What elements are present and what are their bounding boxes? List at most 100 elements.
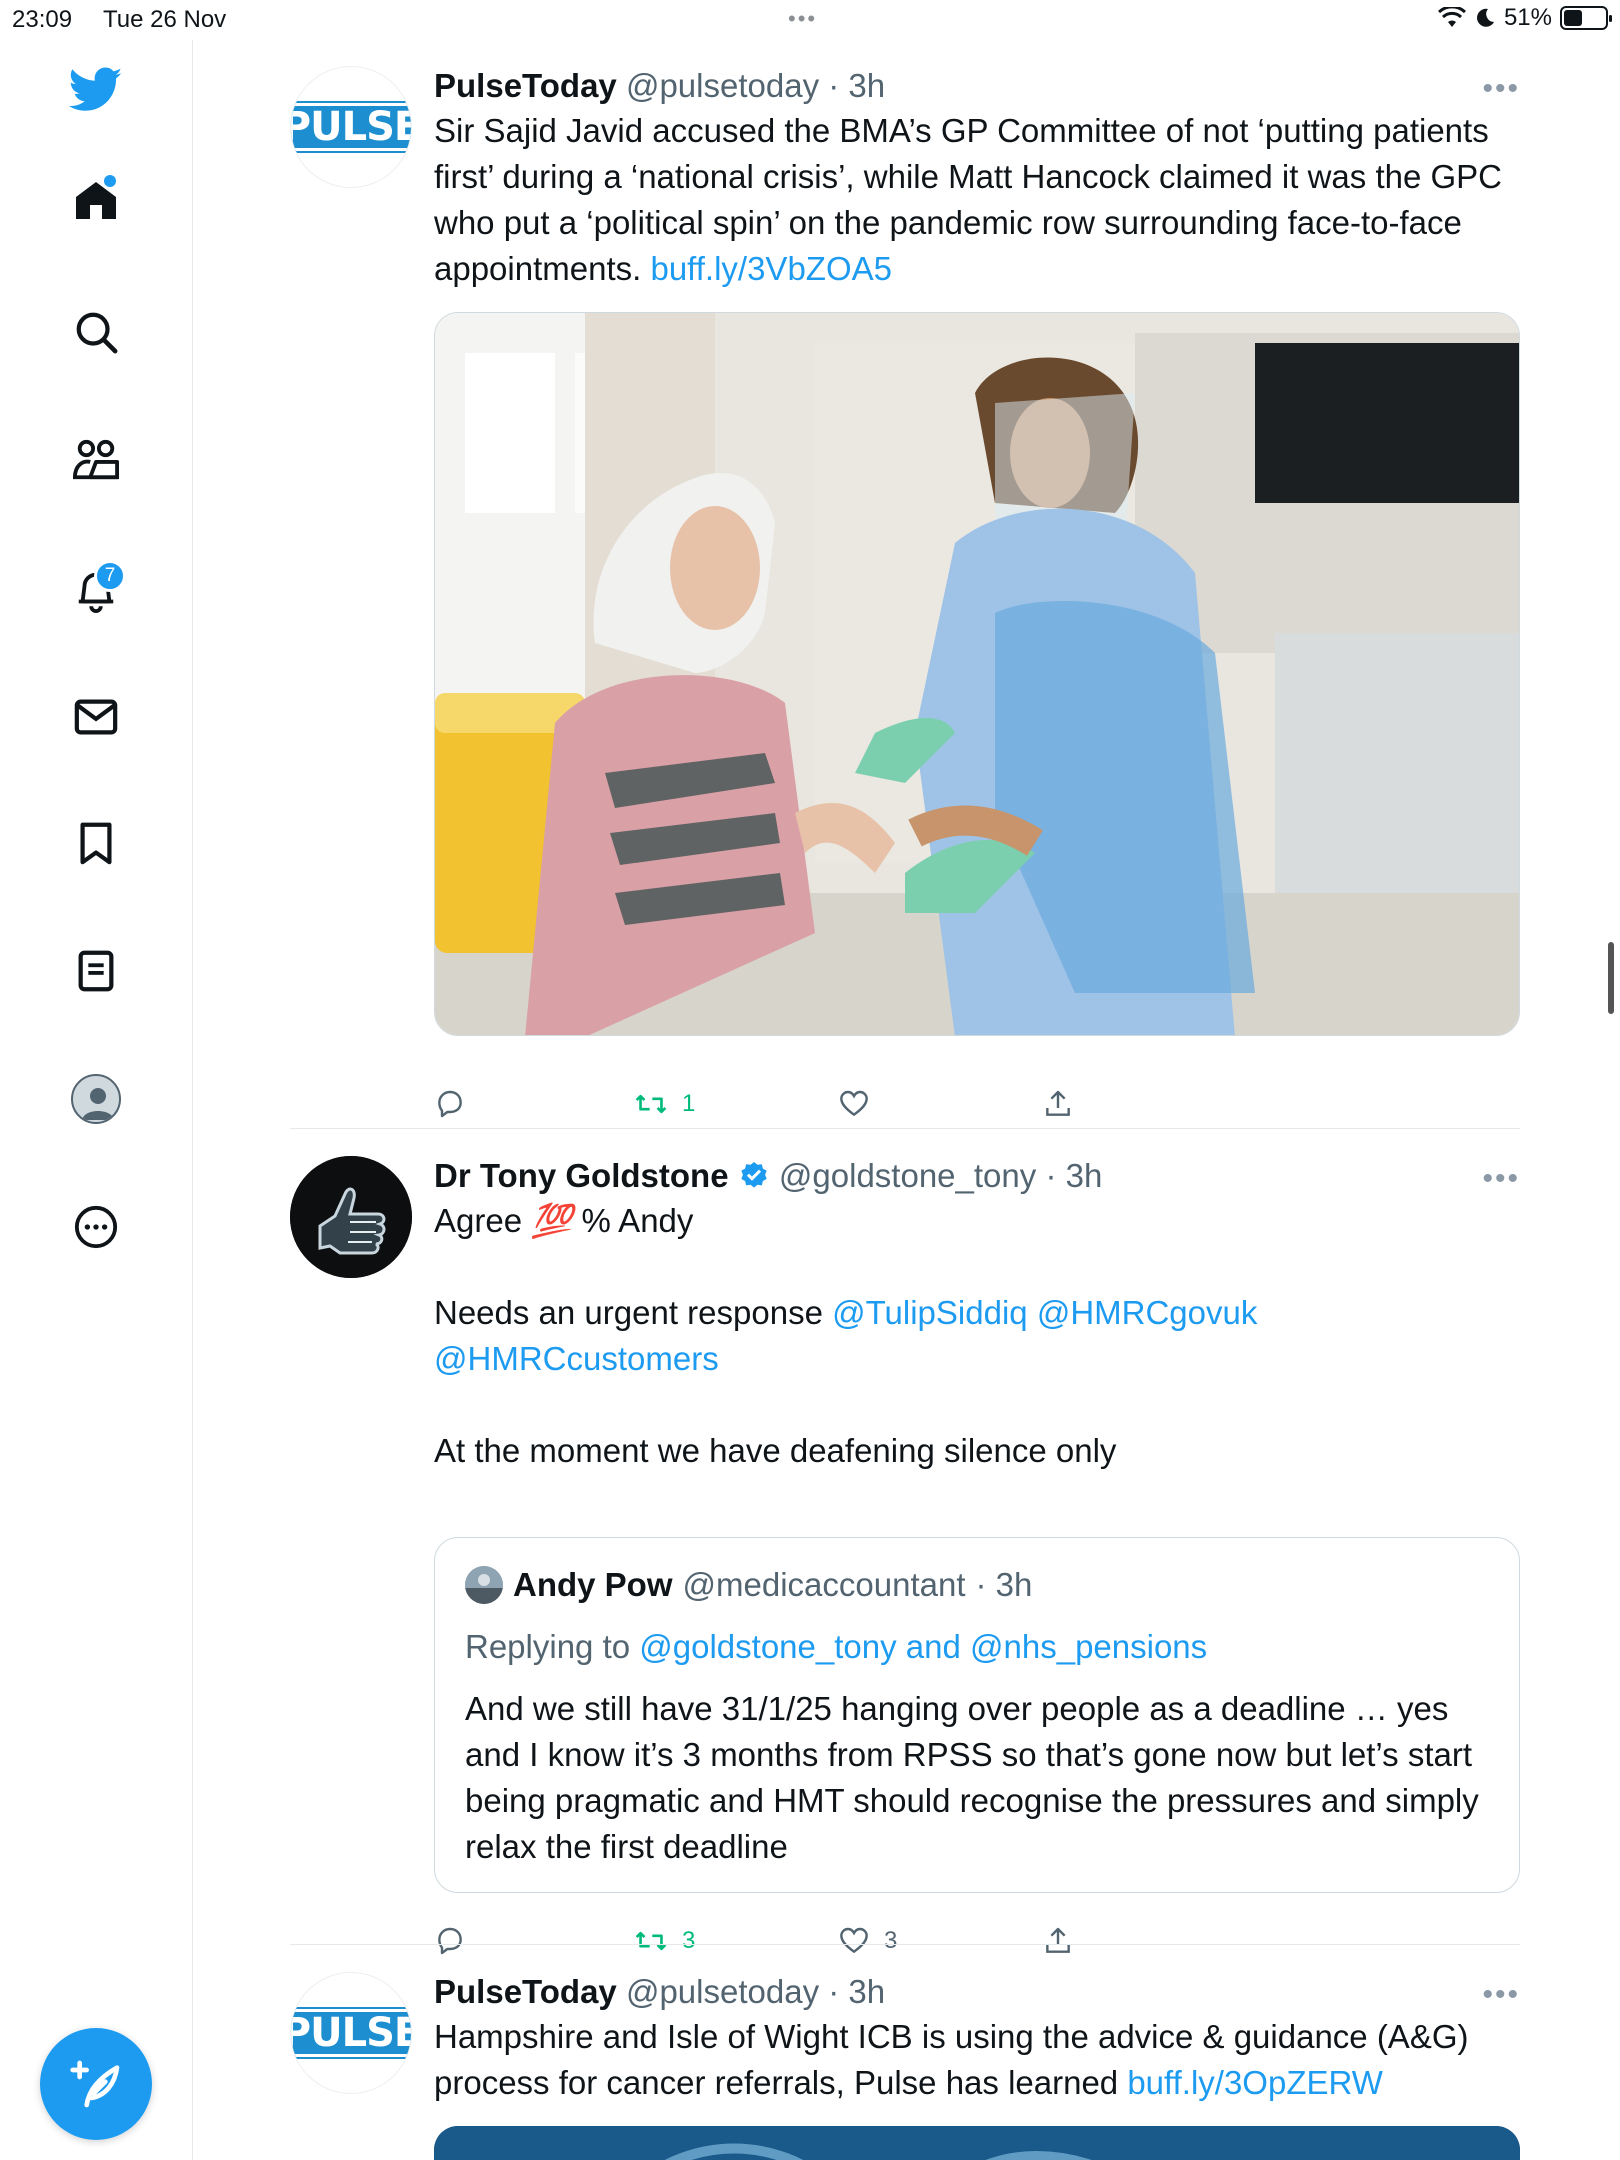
communities-icon (73, 439, 119, 480)
tweet-text-content: Sir Sajid Javid accused the BMA’s GP Com… (434, 112, 1503, 287)
retweet-button[interactable]: 3 (634, 1916, 695, 1966)
wifi-icon (1437, 7, 1466, 27)
tweet-line: Needs an urgent response @TulipSiddiq @H… (434, 1290, 1520, 1336)
author-name[interactable]: PulseToday (434, 67, 617, 104)
tweet-text: Agree 💯 % Andy Needs an urgent response … (434, 1198, 1520, 1474)
status-date: Tue 26 Nov (103, 6, 227, 33)
avatar[interactable] (290, 1156, 412, 1278)
avatar[interactable]: PULSE (290, 66, 412, 188)
share-icon (1046, 1927, 1070, 1953)
retweet-button[interactable]: 1 (634, 1079, 695, 1129)
reply-icon (438, 1090, 462, 1118)
multitasking-dots-icon[interactable]: ••• (788, 6, 817, 32)
avatar[interactable]: PULSE (290, 1972, 412, 2094)
mention-link[interactable]: @TulipSiddiq (832, 1294, 1028, 1331)
scrollbar[interactable] (1608, 942, 1614, 1014)
reply-button[interactable] (434, 1916, 466, 1966)
more-options-icon[interactable]: ••• (1482, 1980, 1520, 2010)
sidebar-item-communities[interactable] (56, 420, 136, 500)
like-button[interactable]: 3 (838, 1916, 897, 1966)
sidebar-item-notifications[interactable]: 7 (56, 550, 136, 630)
tweet-body: Dr Tony Goldstone @goldstone_tony · 3h •… (434, 1156, 1520, 1474)
quoted-tweet-time: · 3h (975, 1566, 1033, 1603)
compose-tweet-button[interactable] (40, 2028, 152, 2140)
bird-logo-icon[interactable] (56, 50, 136, 130)
like-button[interactable] (838, 1079, 870, 1129)
retweet-icon (635, 1094, 667, 1114)
share-icon (1046, 1090, 1070, 1116)
share-button[interactable] (1042, 1916, 1074, 1966)
quoted-tweet[interactable]: Andy Pow @medicaccountant · 3h Replying … (434, 1537, 1520, 1893)
profile-icon (71, 1074, 121, 1124)
tweet-divider (290, 1944, 1520, 1945)
retweet-count: 3 (682, 1927, 696, 1954)
tweet-body: PulseToday @pulsetoday · 3h ••• Sir Saji… (434, 66, 1520, 1036)
sidebar: 7 (0, 40, 193, 2160)
text-segment: % Andy (572, 1202, 694, 1239)
tweet-time: · 3h (1045, 1157, 1103, 1194)
hundred-emoji: 💯 (531, 1202, 573, 1239)
tweet-line: At the moment we have deafening silence … (434, 1432, 1117, 1469)
tweet-divider (290, 1128, 1520, 1129)
sidebar-item-more[interactable] (56, 1187, 136, 1267)
tweet-link[interactable]: buff.ly/3OpZERW (1127, 2064, 1383, 2101)
sidebar-item-lists[interactable] (56, 931, 136, 1011)
text-segment: Agree (434, 1202, 532, 1239)
mention-link[interactable]: @HMRCcustomers (434, 1340, 719, 1377)
bookmark-icon (80, 822, 112, 865)
tweet-image[interactable] (434, 312, 1520, 1036)
xray-photo (434, 2126, 1520, 2160)
author-handle[interactable]: @pulsetoday (626, 67, 819, 104)
tweet-link[interactable]: buff.ly/3VbZOA5 (650, 250, 892, 287)
tweet-header: PulseToday @pulsetoday · 3h (434, 1972, 1520, 2012)
share-button[interactable] (1042, 1079, 1074, 1129)
retweet-count: 1 (682, 1090, 696, 1117)
quoted-tweet-text: And we still have 31/1/25 hanging over p… (465, 1690, 1479, 1865)
more-options-icon[interactable]: ••• (1482, 1164, 1520, 1194)
more-options-icon[interactable]: ••• (1482, 74, 1520, 104)
tweet-header: Dr Tony Goldstone @goldstone_tony · 3h (434, 1156, 1520, 1196)
replying-label: Replying to (465, 1628, 640, 1665)
sidebar-item-bookmarks[interactable] (56, 803, 136, 883)
verified-badge-icon (741, 1162, 767, 1188)
quoted-author-handle: @medicaccountant (682, 1566, 966, 1603)
reply-icon (438, 1927, 462, 1955)
mail-icon (74, 699, 118, 735)
tweet-line: Agree 💯 % Andy (434, 1198, 1520, 1244)
replying-to: Replying to @goldstone_tony and @nhs_pen… (465, 1628, 1207, 1666)
sidebar-item-messages[interactable] (56, 677, 136, 757)
nurse-patient-photo (435, 313, 1519, 1035)
author-handle[interactable]: @pulsetoday (626, 1973, 819, 2010)
heart-icon (840, 1927, 868, 1954)
search-icon (76, 312, 118, 354)
tweet-actions: 3 3 (434, 1916, 1334, 1966)
tweet-text: Sir Sajid Javid accused the BMA’s GP Com… (434, 108, 1520, 292)
battery-icon (1560, 6, 1612, 30)
sidebar-item-home[interactable] (56, 161, 136, 241)
quoted-tweet-header: Andy Pow @medicaccountant · 3h (465, 1566, 1032, 1604)
tweet-time: · 3h (828, 1973, 886, 2010)
pulse-logo: PULSE (291, 2007, 411, 2059)
status-time: 23:09 (12, 6, 73, 33)
battery-level (1564, 10, 1583, 26)
sidebar-item-explore[interactable] (56, 292, 136, 372)
tweet-time: · 3h (828, 67, 886, 104)
tweet-image[interactable] (434, 2126, 1520, 2160)
heart-icon (840, 1090, 868, 1117)
author-name[interactable]: PulseToday (434, 1973, 617, 2010)
sidebar-item-profile[interactable] (56, 1059, 136, 1139)
feather-plus-icon (70, 2060, 120, 2108)
reply-button[interactable] (434, 1079, 466, 1129)
author-handle[interactable]: @goldstone_tony (779, 1157, 1036, 1194)
author-name[interactable]: Dr Tony Goldstone (434, 1157, 729, 1194)
replying-to-links[interactable]: @goldstone_tony and @nhs_pensions (639, 1628, 1207, 1665)
pulse-logo: PULSE (291, 101, 411, 153)
tweet-line: @HMRCcustomers (434, 1336, 1520, 1382)
tweet-text: Hampshire and Isle of Wight ICB is using… (434, 2014, 1520, 2106)
like-count: 3 (884, 1927, 898, 1954)
more-circle-icon (74, 1205, 118, 1249)
retweet-icon (635, 1931, 667, 1951)
avatar (465, 1566, 503, 1604)
notification-badge: 7 (94, 560, 126, 592)
mention-link[interactable]: @HMRCgovuk (1037, 1294, 1258, 1331)
